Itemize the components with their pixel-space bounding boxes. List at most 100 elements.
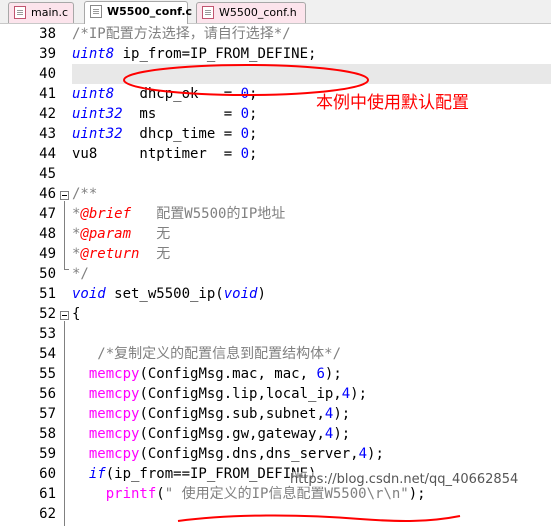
code-token: ; bbox=[249, 146, 258, 162]
code-editor[interactable]: 38 /*IP配置方法选择，请自行选择*/ 39 uint8 ip_from=IP_F… bbox=[0, 24, 551, 526]
code-token: 4 bbox=[341, 386, 351, 402]
code-token: ); bbox=[333, 426, 351, 442]
code-line: 44 vu8 ntptimer = 0; bbox=[0, 144, 551, 164]
line-number: 54 bbox=[39, 346, 56, 362]
code-text: printf(" 使用定义的IP信息配置W5500\r\n"); bbox=[72, 484, 426, 504]
watermark: https://blog.csdn.net/qq_40662854 bbox=[290, 472, 519, 487]
code-line: 52 { bbox=[0, 304, 551, 324]
line-number: 52 bbox=[39, 306, 56, 322]
code-token: ip_from=IP_FROM_DEFINE; bbox=[114, 46, 317, 62]
code-token: { bbox=[72, 306, 81, 322]
line-number: 46 bbox=[39, 186, 56, 202]
code-token: (ConfigMsg.lip,local_ip, bbox=[139, 386, 342, 402]
code-line: 59 memcpy(ConfigMsg.dns,dns_server,4); bbox=[0, 444, 551, 464]
code-text: uint8 dhcp_ok = 0; bbox=[72, 84, 257, 104]
code-line: 47 *@brief 配置W5500的IP地址 bbox=[0, 204, 551, 224]
code-token: if bbox=[88, 466, 106, 482]
code-line: 38 /*IP配置方法选择，请自行选择*/ bbox=[0, 24, 551, 44]
code-token: ); bbox=[350, 386, 368, 402]
code-token: ; bbox=[249, 126, 258, 142]
tab-label: main.c bbox=[31, 6, 69, 19]
code-token: vu8 ntptimer = bbox=[72, 146, 241, 162]
code-text: memcpy(ConfigMsg.lip,local_ip,4); bbox=[72, 384, 367, 404]
code-token: @param bbox=[80, 226, 132, 242]
line-number: 43 bbox=[39, 126, 56, 142]
line-number: 40 bbox=[39, 66, 56, 82]
line-number: 50 bbox=[39, 266, 56, 282]
code-text: *@return 无 bbox=[72, 244, 170, 264]
code-text: *@param 无 bbox=[72, 224, 170, 244]
code-line: 61 printf(" 使用定义的IP信息配置W5500\r\n"); bbox=[0, 484, 551, 504]
line-number: 60 bbox=[39, 466, 56, 482]
code-token: (ConfigMsg.gw,gateway, bbox=[139, 426, 325, 442]
code-token: /*IP配置方法选择，请自行选择*/ bbox=[72, 26, 291, 42]
code-line: 62 bbox=[0, 504, 551, 524]
line-number: 62 bbox=[39, 506, 56, 522]
file-icon bbox=[202, 6, 214, 19]
code-token: ) bbox=[257, 286, 266, 302]
tab-label: W5500_conf.c bbox=[107, 5, 193, 18]
code-text: /** bbox=[72, 184, 97, 204]
code-token: ); bbox=[324, 366, 342, 382]
code-text: uint32 ms = 0; bbox=[72, 104, 257, 124]
code-token: @return bbox=[80, 246, 140, 262]
line-number: 58 bbox=[39, 426, 56, 442]
code-line: 50 */ bbox=[0, 264, 551, 284]
code-token: uint8 bbox=[72, 86, 115, 102]
code-token: memcpy bbox=[88, 386, 140, 402]
code-token: 配置W5500的IP地址 bbox=[131, 206, 286, 222]
code-token: (ConfigMsg.mac, mac, bbox=[139, 366, 317, 382]
line-number: 55 bbox=[39, 366, 56, 382]
code-text: /*复制定义的配置信息到配置结构体*/ bbox=[72, 344, 341, 364]
code-line: 40 bbox=[0, 64, 551, 84]
code-text: vu8 ntptimer = 0; bbox=[72, 144, 257, 164]
code-token: ); bbox=[333, 406, 351, 422]
code-token: printf bbox=[105, 486, 157, 502]
line-number: 38 bbox=[39, 26, 56, 42]
code-token: 0 bbox=[240, 146, 250, 162]
code-token: ( bbox=[156, 486, 165, 502]
code-token: 0 bbox=[240, 106, 250, 122]
code-token: dhcp_time = bbox=[122, 126, 241, 142]
code-text: memcpy(ConfigMsg.sub,subnet,4); bbox=[72, 404, 350, 424]
tab-w5500-conf-c[interactable]: W5500_conf.c bbox=[84, 1, 192, 24]
code-token: ; bbox=[249, 86, 258, 102]
tab-bar: main.c W5500_conf.c W5500_conf.h bbox=[0, 0, 551, 24]
red-annotation-text: 本例中使用默认配置 bbox=[316, 93, 469, 113]
tab-main-c[interactable]: main.c bbox=[8, 2, 74, 23]
line-number: 47 bbox=[39, 206, 56, 222]
code-line: 58 memcpy(ConfigMsg.gw,gateway,4); bbox=[0, 424, 551, 444]
tab-label: W5500_conf.h bbox=[219, 6, 297, 19]
code-token: 4 bbox=[358, 446, 368, 462]
line-number: 57 bbox=[39, 406, 56, 422]
code-line: 56 memcpy(ConfigMsg.lip,local_ip,4); bbox=[0, 384, 551, 404]
line-number: 45 bbox=[39, 166, 56, 182]
code-token: */ bbox=[72, 266, 89, 282]
code-text: memcpy(ConfigMsg.dns,dns_server,4); bbox=[72, 444, 384, 464]
code-text: { bbox=[72, 304, 80, 324]
code-token: memcpy bbox=[88, 426, 140, 442]
code-line: 49 *@return 无 bbox=[0, 244, 551, 264]
code-token: " 使用定义的IP信息配置W5500\r\n" bbox=[164, 486, 409, 502]
code-line: 53 bbox=[0, 324, 551, 344]
line-number: 59 bbox=[39, 446, 56, 462]
line-number: 61 bbox=[39, 486, 56, 502]
code-token: ); bbox=[367, 446, 384, 462]
code-text: void set_w5500_ip(void) bbox=[72, 284, 266, 304]
line-number: 56 bbox=[39, 386, 56, 402]
code-line: 45 bbox=[0, 164, 551, 184]
code-line: 48 *@param 无 bbox=[0, 224, 551, 244]
line-number: 41 bbox=[39, 86, 56, 102]
tab-w5500-conf-h[interactable]: W5500_conf.h bbox=[196, 2, 306, 23]
line-number: 53 bbox=[39, 326, 56, 342]
code-token: 无 bbox=[139, 246, 171, 262]
code-token: 无 bbox=[131, 226, 171, 242]
code-token: memcpy bbox=[88, 446, 140, 462]
code-line: 54 /*复制定义的配置信息到配置结构体*/ bbox=[0, 344, 551, 364]
